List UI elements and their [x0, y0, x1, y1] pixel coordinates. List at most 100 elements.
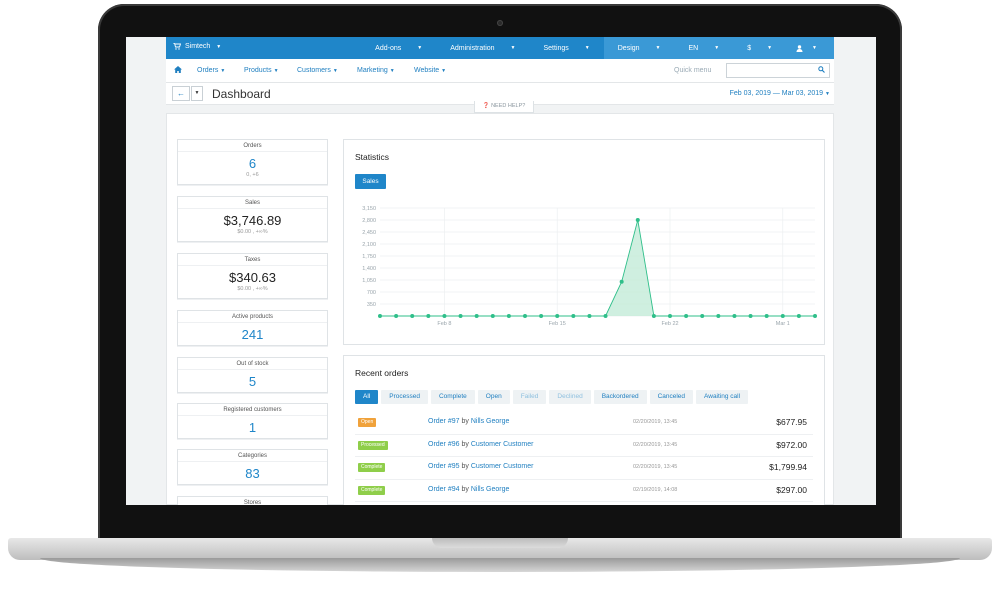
nav-products[interactable]: Products ▼: [244, 67, 279, 74]
chevron-down-icon: ▼: [417, 45, 423, 51]
y-tick-label: 1,750: [362, 254, 376, 260]
order-tab[interactable]: Complete: [430, 390, 475, 404]
nav-marketing[interactable]: Marketing ▼: [357, 67, 395, 74]
search-icon[interactable]: [815, 65, 827, 76]
order-tab[interactable]: Declined: [549, 390, 591, 404]
order-row[interactable]: Complete Order #95 by Customer Customer 02…: [355, 457, 813, 480]
nav-label: Website: [414, 67, 440, 74]
stat-label: Out of stock: [236, 361, 269, 367]
y-tick-label: 2,450: [362, 230, 376, 236]
order-link[interactable]: Order #95 by Customer Customer: [428, 463, 533, 470]
data-point: [796, 314, 801, 318]
order-row[interactable]: Open Order #97 by Nills George 02/20/2019,…: [355, 412, 813, 435]
help-icon: ❓: [482, 103, 490, 109]
menu-addons[interactable]: Add-ons ▼: [361, 37, 436, 59]
x-tick-label: Feb 22: [661, 321, 678, 327]
chevron-down-icon: ▼: [441, 68, 447, 74]
stat-card[interactable]: Registered customers 1: [177, 403, 328, 439]
data-point: [732, 314, 737, 318]
product-mockup: Simtech ▼ Add-ons ▼ Administration ▼ Settin…: [0, 0, 1000, 604]
main-nav: Orders ▼ Products ▼ Customers ▼ Marketing ▼ …: [166, 59, 834, 83]
search-input[interactable]: [726, 63, 830, 78]
sales-tab-button[interactable]: Sales: [355, 174, 386, 189]
order-date: 02/20/2019, 13:45: [633, 419, 678, 425]
recent-orders-title: Recent orders: [355, 368, 409, 378]
status-badge: Open: [358, 418, 377, 427]
need-help-button[interactable]: ❓ NEED HELP?: [474, 101, 534, 113]
customer-link[interactable]: Customer Customer: [471, 463, 534, 470]
order-tab[interactable]: Awaiting call: [696, 390, 749, 404]
x-tick-label: Feb 8: [437, 321, 451, 327]
menu-design[interactable]: Design ▼: [603, 37, 675, 59]
divider: [178, 369, 327, 370]
order-row[interactable]: Complete Order #94 by Nills George 02/19/2…: [355, 480, 813, 502]
order-number[interactable]: Order #94: [428, 486, 460, 493]
status-badge: Processed: [358, 440, 388, 450]
chevron-down-icon: ▼: [825, 91, 830, 97]
chevron-down-icon: ▼: [216, 43, 222, 50]
order-tab[interactable]: All: [355, 390, 379, 404]
customer-link[interactable]: Nills George: [471, 418, 510, 425]
nav-website[interactable]: Website ▼: [414, 67, 446, 74]
data-point: [523, 314, 527, 318]
nav-orders[interactable]: Orders ▼: [197, 67, 225, 74]
y-tick-label: 2,100: [362, 242, 376, 248]
home-icon[interactable]: [174, 66, 182, 75]
date-range-picker[interactable]: Feb 03, 2019 — Mar 03, 2019 ▼: [730, 90, 830, 97]
data-point: [410, 314, 415, 318]
y-tick-label: 1,050: [362, 278, 376, 284]
data-point: [571, 314, 576, 318]
order-tab[interactable]: Backordered: [593, 390, 647, 404]
chevron-down-icon: ▼: [510, 45, 516, 51]
order-total: $972.00: [776, 439, 807, 450]
stat-card[interactable]: Out of stock 5: [177, 357, 328, 393]
store-switcher[interactable]: Simtech ▼: [173, 43, 221, 50]
stat-card[interactable]: Sales $3,746.89 $0.00 , +∞%: [177, 196, 328, 242]
order-link[interactable]: Order #96 by Customer Customer: [428, 441, 533, 448]
nav-customers[interactable]: Customers ▼: [297, 67, 338, 74]
order-tab[interactable]: Failed: [512, 390, 547, 404]
order-tab[interactable]: Open: [477, 390, 510, 404]
menu-administration[interactable]: Administration ▼: [436, 37, 529, 59]
store-name: Simtech: [185, 43, 211, 50]
stat-label: Taxes: [244, 257, 261, 263]
menu-label: Settings: [543, 44, 569, 52]
order-number[interactable]: Order #96: [428, 441, 460, 448]
order-row[interactable]: Processed Order #96 by Customer Customer 0…: [355, 435, 813, 457]
history-dropdown[interactable]: ▼: [191, 86, 203, 101]
stat-card[interactable]: Categories 83: [177, 449, 328, 485]
order-tab[interactable]: Canceled: [649, 390, 694, 404]
data-point: [458, 314, 463, 318]
menu-settings[interactable]: Settings ▼: [530, 37, 604, 59]
order-by: by: [461, 418, 469, 425]
arrow-left-icon: ←: [177, 89, 185, 98]
order-link[interactable]: Order #97 by Nills George: [428, 418, 509, 425]
data-point: [619, 279, 624, 284]
stat-label: Stores: [243, 500, 262, 505]
back-button[interactable]: ←: [172, 86, 190, 101]
chevron-down-icon: ▼: [714, 45, 720, 51]
stat-value: 5: [248, 374, 257, 389]
menu-user[interactable]: ▼: [786, 37, 834, 59]
menu-language[interactable]: EN ▼: [674, 37, 734, 59]
stat-card[interactable]: Taxes $340.63 $0.00 , +∞%: [177, 253, 328, 299]
order-number[interactable]: Order #97: [428, 418, 460, 425]
chevron-down-icon: ▼: [655, 45, 661, 51]
data-point: [651, 314, 656, 318]
order-tab[interactable]: Processed: [381, 390, 428, 404]
stat-card[interactable]: Stores: [177, 496, 328, 505]
chevron-down-icon: ▼: [194, 90, 200, 96]
order-link[interactable]: Order #94 by Nills George: [428, 486, 509, 493]
order-number[interactable]: Order #95: [428, 463, 460, 470]
customer-link[interactable]: Nills George: [471, 486, 510, 493]
data-point: [603, 314, 608, 318]
menu-currency[interactable]: $ ▼: [733, 37, 787, 59]
quick-menu[interactable]: Quick menu: [674, 67, 711, 74]
customer-link[interactable]: Customer Customer: [471, 441, 534, 448]
order-by: by: [461, 485, 469, 493]
stat-card[interactable]: Orders 6 0, +6: [177, 139, 328, 185]
top-menus: Add-ons ▼ Administration ▼ Settings ▼ Desig…: [361, 37, 834, 59]
stat-card[interactable]: Active products 241: [177, 310, 328, 346]
divider: [178, 415, 327, 416]
data-point: [490, 314, 495, 318]
